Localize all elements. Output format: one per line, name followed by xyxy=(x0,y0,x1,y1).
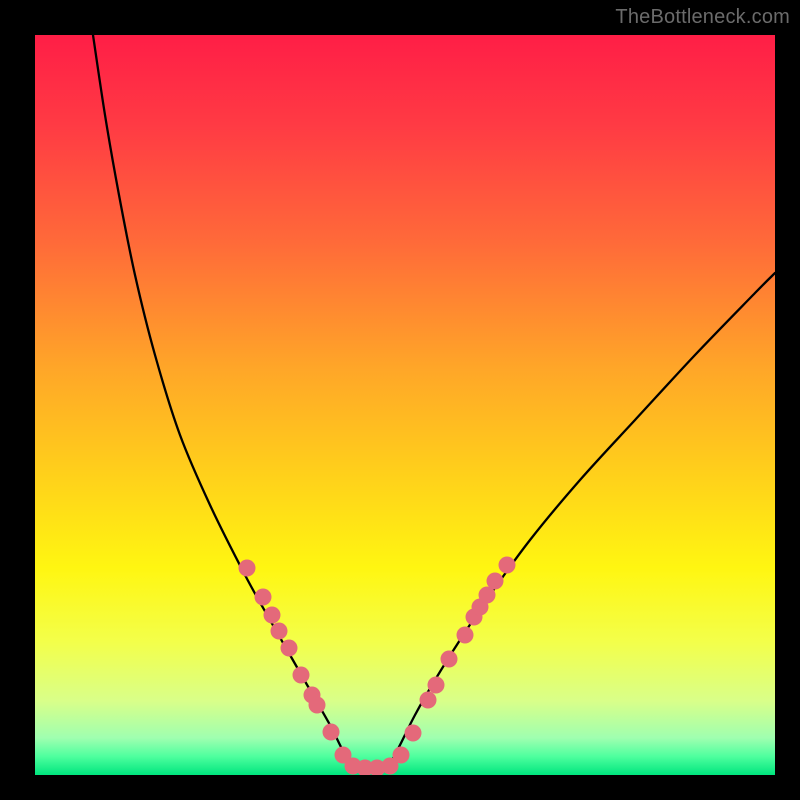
data-point xyxy=(323,724,340,741)
data-point xyxy=(441,651,458,668)
data-point xyxy=(293,667,310,684)
data-point xyxy=(239,560,256,577)
data-point xyxy=(255,589,272,606)
gradient-background xyxy=(35,35,775,775)
data-point xyxy=(271,623,288,640)
data-point xyxy=(405,725,422,742)
data-point xyxy=(487,573,504,590)
data-point xyxy=(393,747,410,764)
data-point xyxy=(309,697,326,714)
chart-stage: TheBottleneck.com xyxy=(0,0,800,800)
data-point xyxy=(281,640,298,657)
data-point xyxy=(420,692,437,709)
plot-svg xyxy=(35,35,775,775)
data-point xyxy=(457,627,474,644)
watermark-text: TheBottleneck.com xyxy=(615,6,790,29)
data-point xyxy=(264,607,281,624)
plot-area xyxy=(35,35,775,775)
data-point xyxy=(428,677,445,694)
data-point xyxy=(499,557,516,574)
